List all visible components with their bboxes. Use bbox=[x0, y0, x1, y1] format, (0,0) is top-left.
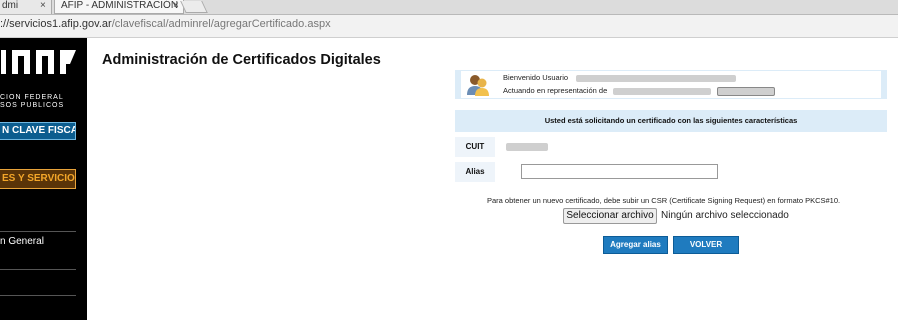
redacted-username bbox=[576, 74, 737, 82]
welcome-acting-as: Actuando en representación de bbox=[503, 86, 776, 96]
new-tab-button[interactable] bbox=[180, 1, 208, 13]
welcome-box: Bienvenido Usuario Actuando en represent… bbox=[455, 70, 887, 99]
close-icon[interactable]: × bbox=[40, 0, 46, 12]
select-file-button[interactable]: Seleccionar archivo bbox=[563, 208, 657, 224]
welcome-greeting: Bienvenido Usuario bbox=[503, 73, 737, 82]
url-host: ://servicios1.afip.gov.ar bbox=[0, 18, 112, 30]
browser-tab-strip: dmi × AFIP - ADMINISTRACIÓN × bbox=[0, 0, 898, 15]
url-path: /clavefiscal/adminrel/agregarCertificado… bbox=[111, 18, 331, 30]
sidebar: CION FEDERAL SOS PUBLICOS N CLAVE FISCAL… bbox=[0, 38, 87, 320]
logo-text-line1: CION FEDERAL bbox=[0, 94, 64, 101]
redacted-cuit bbox=[717, 86, 776, 96]
sidebar-divider bbox=[0, 269, 76, 270]
info-header: Usted está solicitando un certificado co… bbox=[455, 110, 887, 132]
close-icon[interactable]: × bbox=[173, 0, 179, 12]
welcome-acting-as-text: Actuando en representación de bbox=[503, 86, 608, 95]
alias-input[interactable] bbox=[521, 164, 718, 179]
users-icon bbox=[467, 75, 489, 96]
file-status: Ningún archivo seleccionado bbox=[661, 210, 789, 221]
address-bar[interactable]: ://servicios1.afip.gov.ar/clavefiscal/ad… bbox=[0, 15, 898, 38]
servicios-button[interactable]: ES Y SERVICIOS bbox=[0, 169, 76, 189]
alias-label: Alias bbox=[455, 162, 495, 182]
browser-tab-2[interactable]: AFIP - ADMINISTRACIÓN × bbox=[54, 0, 184, 14]
browser-tab-1[interactable]: dmi × bbox=[0, 0, 52, 14]
url-text[interactable]: ://servicios1.afip.gov.ar/clavefiscal/ad… bbox=[0, 18, 331, 30]
redacted-company bbox=[613, 87, 712, 95]
sidebar-item-general[interactable]: n General bbox=[0, 231, 76, 252]
welcome-greeting-text: Bienvenido Usuario bbox=[503, 73, 569, 82]
afip-logo bbox=[1, 50, 76, 74]
redacted-cuit-value bbox=[506, 143, 548, 151]
logo-text-line2: SOS PUBLICOS bbox=[0, 102, 65, 109]
sidebar-divider bbox=[0, 295, 76, 296]
csr-instructions: Para obtener un nuevo certificado, debe … bbox=[487, 196, 841, 205]
browser-tab-2-label: AFIP - ADMINISTRACIÓN bbox=[61, 0, 179, 11]
page-title: Administración de Certificados Digitales bbox=[102, 52, 381, 68]
clave-fiscal-button[interactable]: N CLAVE FISCAL bbox=[0, 122, 76, 140]
cuit-label: CUIT bbox=[455, 137, 495, 157]
welcome-inner: Bienvenido Usuario Actuando en represent… bbox=[461, 71, 881, 98]
browser-tab-1-label: dmi bbox=[2, 0, 19, 11]
add-alias-button[interactable]: Agregar alias bbox=[603, 236, 668, 254]
back-button[interactable]: VOLVER bbox=[673, 236, 739, 254]
